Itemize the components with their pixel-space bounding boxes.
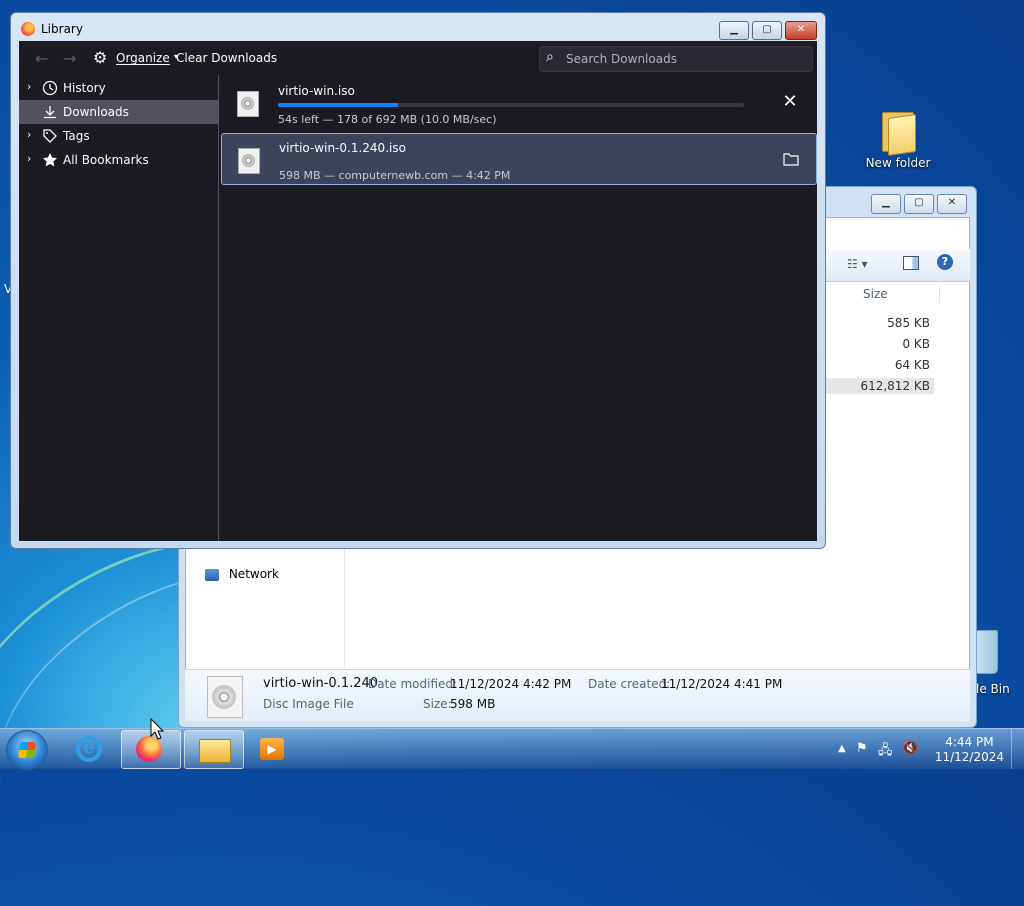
disc-image-file-icon — [237, 91, 259, 117]
download-item[interactable]: virtio-win.iso 54s left — 178 of 692 MB … — [221, 77, 815, 127]
firefox-icon — [21, 22, 35, 36]
chevron-right-icon[interactable]: › — [27, 80, 31, 93]
show-hidden-icons-icon[interactable]: ▲ — [838, 743, 846, 754]
download-file-name: virtio-win-0.1.240.iso — [279, 141, 406, 155]
organize-label: Organize — [116, 51, 170, 65]
system-tray: ▲ ⚑ 🖧 🔇 4:44 PM 11/12/2024 — [834, 729, 1024, 769]
maximize-button[interactable]: ▢ — [752, 21, 782, 40]
sidebar-item-downloads[interactable]: Downloads — [19, 100, 218, 124]
help-icon[interactable]: ? — [937, 254, 953, 270]
tag-icon — [42, 128, 58, 144]
minimize-button[interactable]: ▁ — [871, 194, 901, 214]
size-cell: 585 KB — [887, 316, 930, 330]
download-icon — [42, 104, 58, 120]
cancel-download-button[interactable]: ✕ — [779, 91, 801, 113]
folder-icon — [199, 739, 231, 763]
start-button[interactable] — [6, 730, 48, 770]
details-file-name: virtio-win-0.1.240 — [263, 676, 379, 691]
nav-pane-divider — [344, 549, 345, 667]
clock-icon — [42, 80, 58, 96]
date-created-label: Date created: — [588, 677, 671, 691]
nav-item-network[interactable]: Network — [205, 567, 279, 581]
size-cell: 0 KB — [902, 337, 930, 351]
download-progress-bar — [278, 103, 744, 107]
network-icon — [205, 568, 219, 581]
desktop-icon-label: New folder — [865, 156, 931, 170]
sidebar-item-history[interactable]: › History — [19, 76, 218, 100]
internet-explorer-icon: e — [76, 736, 102, 762]
search-downloads-input[interactable] — [564, 50, 808, 68]
back-arrow-icon[interactable]: ← — [35, 49, 48, 68]
sidebar-item-label: Downloads — [63, 105, 129, 119]
taskbar-internet-explorer[interactable]: e — [62, 730, 120, 767]
star-icon — [42, 152, 58, 168]
size-label: Size: — [423, 697, 452, 711]
close-button[interactable]: ✕ — [937, 194, 967, 214]
chevron-right-icon[interactable]: › — [27, 128, 31, 141]
desktop-icon-label: le Bin — [976, 682, 1010, 696]
date-created-value: 11/12/2024 4:41 PM — [661, 677, 783, 691]
taskbar-windows-explorer[interactable] — [184, 730, 244, 769]
folder-icon — [880, 108, 916, 156]
search-icon: ⌕ — [546, 49, 554, 65]
details-pane: virtio-win-0.1.240 Disc Image File Date … — [185, 669, 970, 722]
date-modified-value: 11/12/2024 4:42 PM — [450, 677, 572, 691]
search-downloads-box[interactable]: ⌕ — [539, 46, 813, 72]
download-progress-fill — [278, 103, 398, 107]
network-icon[interactable]: 🖧 — [878, 741, 893, 763]
column-header-size[interactable]: Size — [859, 285, 940, 303]
library-window[interactable]: Library ▁ ▢ ✕ ← → ⚙ Organize ▾ Clear Dow… — [10, 12, 826, 549]
chevron-right-icon[interactable]: › — [27, 152, 31, 165]
library-toolbar: ← → ⚙ Organize ▾ Clear Downloads ⌕ — [19, 41, 817, 75]
download-status: 54s left — 178 of 692 MB (10.0 MB/sec) — [278, 113, 497, 126]
disc-image-file-icon — [238, 148, 260, 174]
downloads-list: virtio-win.iso 54s left — 178 of 692 MB … — [219, 75, 817, 541]
view-options-icon[interactable]: ☷ ▾ — [847, 257, 868, 271]
clear-downloads-button[interactable]: Clear Downloads — [176, 51, 277, 65]
clock-date: 11/12/2024 — [934, 750, 1004, 764]
clock-time: 4:44 PM — [945, 735, 994, 749]
library-sidebar: › History Downloads › Tags › All Bookmar… — [19, 75, 219, 541]
sidebar-item-all-bookmarks[interactable]: › All Bookmarks — [19, 148, 218, 172]
folder-icon — [783, 153, 799, 166]
close-button[interactable]: ✕ — [785, 21, 817, 40]
volume-muted-icon[interactable]: 🔇 — [902, 741, 918, 756]
size-cell: 64 KB — [894, 358, 930, 372]
open-folder-button[interactable] — [780, 148, 802, 170]
nav-item-label: Network — [228, 567, 279, 581]
details-file-type: Disc Image File — [263, 697, 354, 711]
forward-arrow-icon[interactable]: → — [63, 49, 76, 68]
desktop-icon-new-folder[interactable]: New folder — [858, 108, 938, 170]
sidebar-item-label: History — [63, 81, 106, 95]
sidebar-item-tags[interactable]: › Tags — [19, 124, 218, 148]
date-modified-label: Date modified: — [368, 677, 458, 691]
size-value: 598 MB — [450, 697, 496, 711]
download-item[interactable]: virtio-win-0.1.240.iso 598 MB — computer… — [221, 133, 817, 185]
sidebar-item-label: All Bookmarks — [63, 153, 149, 167]
clock[interactable]: 4:44 PM 11/12/2024 — [935, 735, 1004, 765]
window-title: Library — [41, 22, 83, 36]
maximize-button[interactable]: ▢ — [904, 194, 934, 214]
sidebar-item-label: Tags — [63, 129, 90, 143]
windows-logo-icon — [17, 742, 37, 758]
size-cell: 612,812 KB — [810, 378, 934, 394]
mouse-cursor-icon — [150, 718, 164, 740]
disc-image-icon — [207, 676, 243, 718]
gear-icon: ⚙ — [93, 48, 108, 67]
download-file-name: virtio-win.iso — [278, 84, 355, 98]
download-status: 598 MB — computernewb.com — 4:42 PM — [279, 169, 511, 182]
show-desktop-button[interactable] — [1011, 729, 1024, 769]
preview-pane-icon[interactable] — [903, 256, 919, 270]
minimize-button[interactable]: ▁ — [719, 21, 749, 40]
close-icon: ✕ — [782, 91, 798, 112]
action-center-flag-icon[interactable]: ⚑ — [856, 741, 868, 756]
taskbar-media-player[interactable]: ▶ — [244, 730, 302, 767]
media-player-icon: ▶ — [260, 738, 284, 760]
